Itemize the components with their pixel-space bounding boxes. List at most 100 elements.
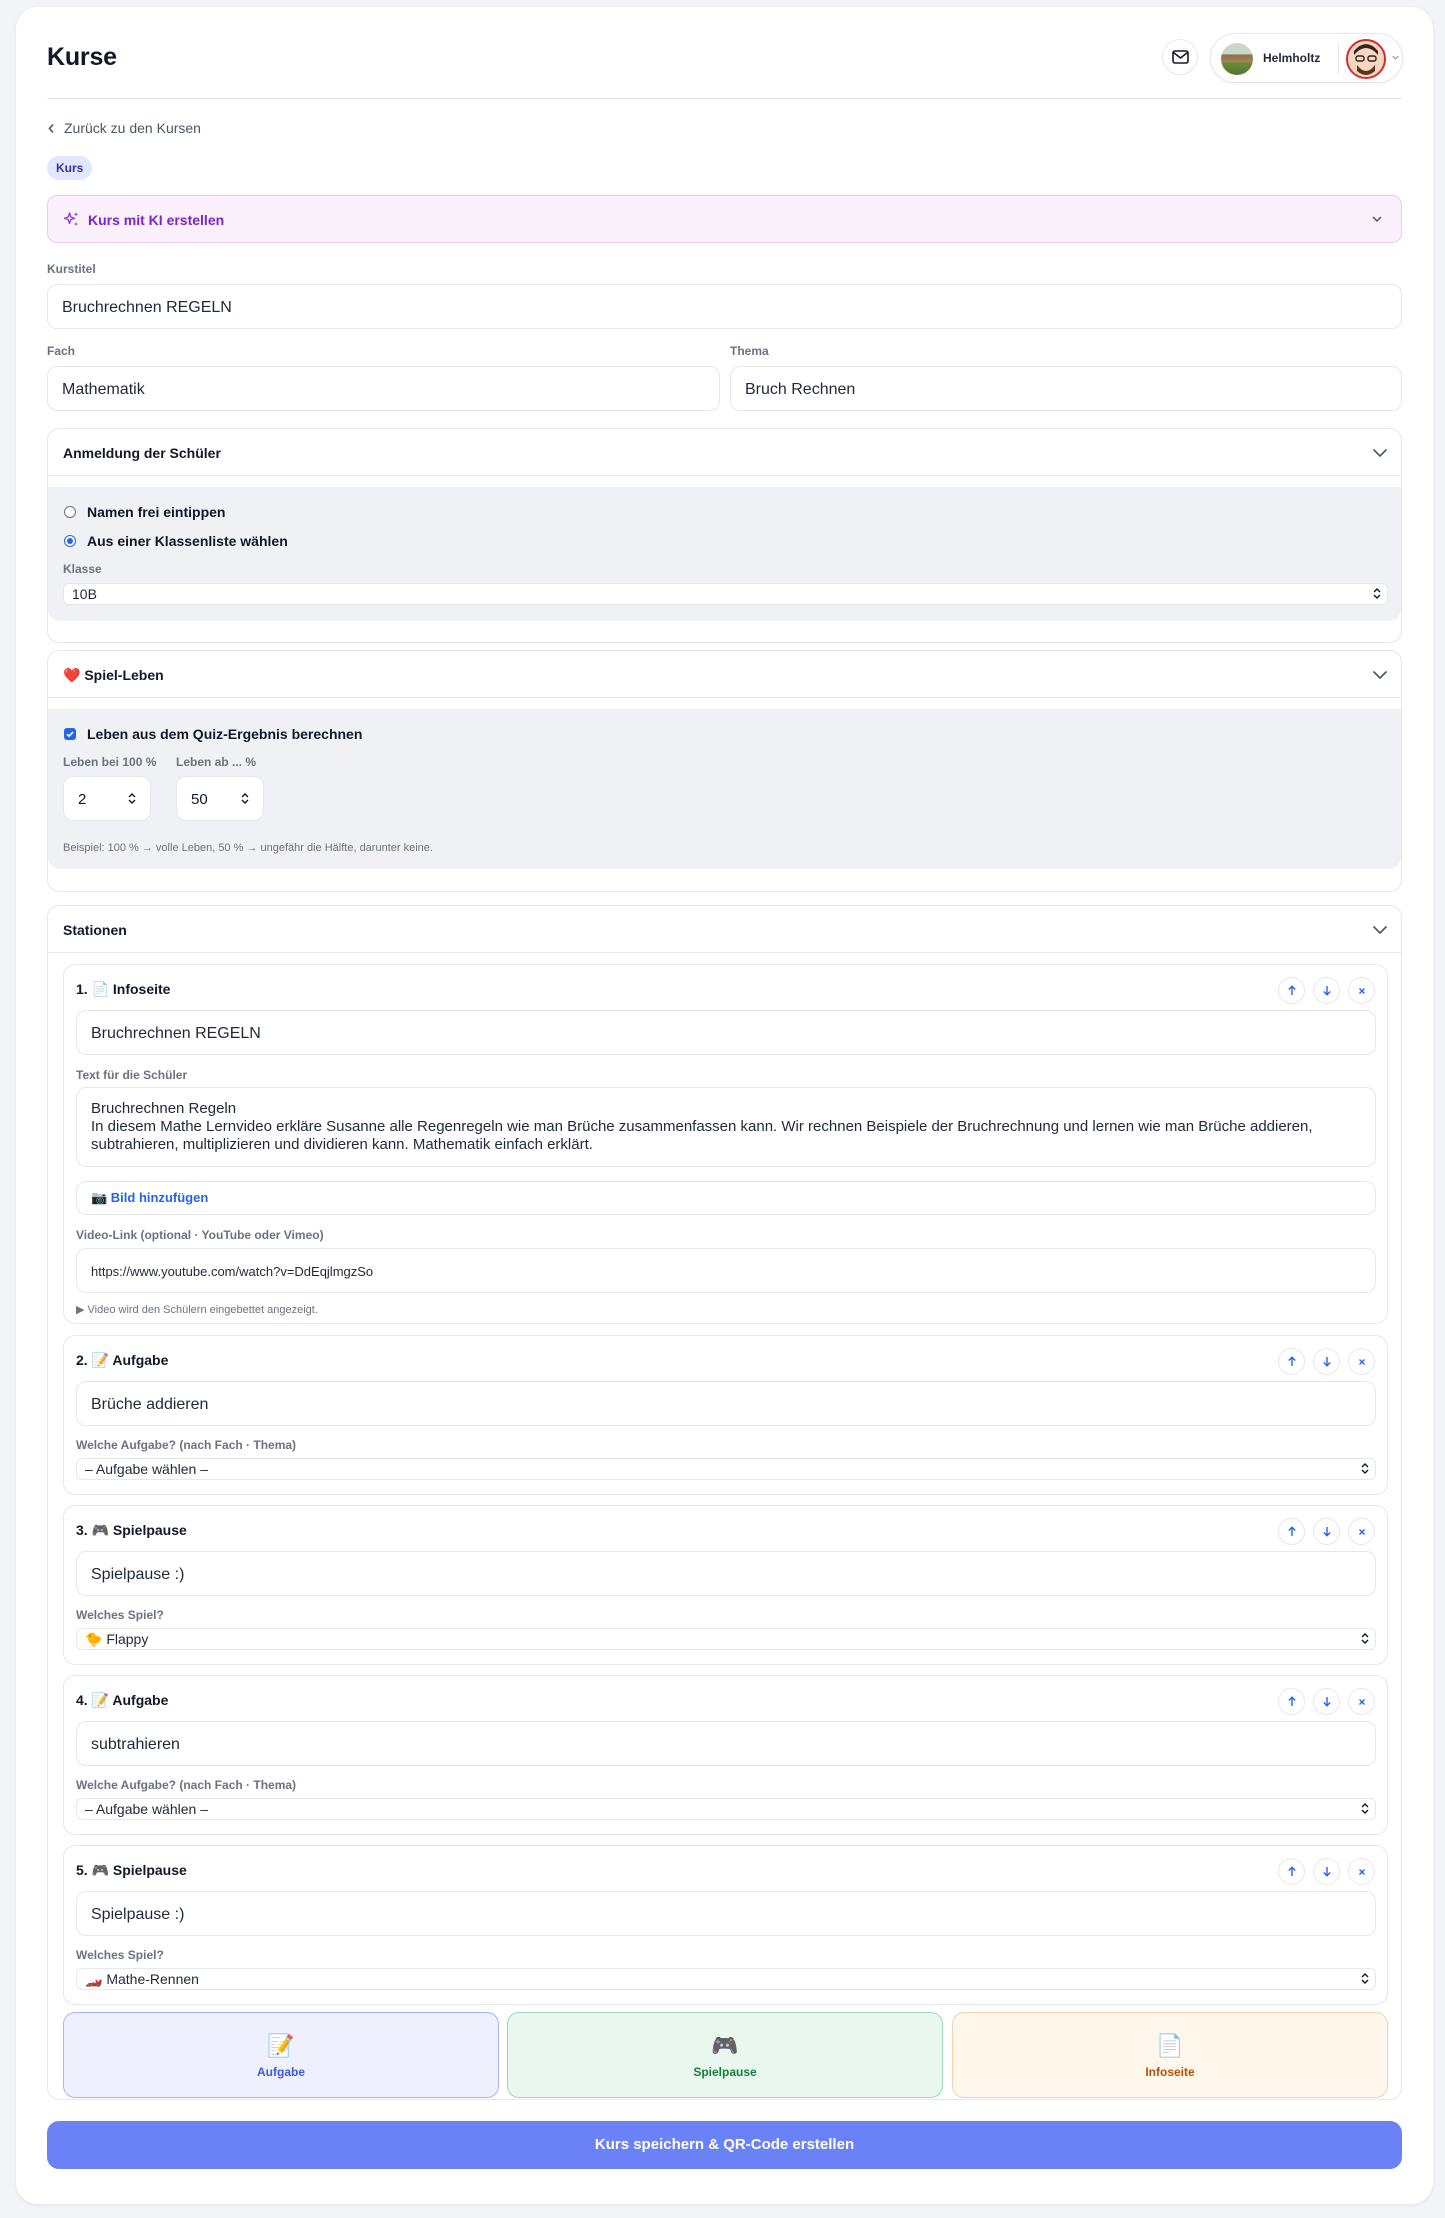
game-select-value: 🏎️ Mathe-Rennen xyxy=(85,1971,199,1987)
lives-at-100-value: 2 xyxy=(78,791,87,808)
mail-button[interactable] xyxy=(1162,39,1198,75)
add-task-button[interactable]: 📝 Aufgabe xyxy=(63,2012,499,2098)
chevron-down-icon xyxy=(1372,670,1388,680)
user-menu[interactable]: Helmholtz xyxy=(1210,33,1403,83)
stepper-arrows-icon[interactable] xyxy=(128,792,136,805)
avatar xyxy=(1346,39,1386,79)
station-card: 1. 📄 Infoseite Bruchrechnen REGELN Text … xyxy=(63,964,1388,1324)
remove-button[interactable] xyxy=(1348,1688,1375,1715)
station-controls xyxy=(1278,1858,1375,1885)
login-section-body: Namen frei eintippen Aus einer Klassenli… xyxy=(48,487,1401,621)
remove-button[interactable] xyxy=(1348,1518,1375,1545)
login-section-header[interactable]: Anmeldung der Schüler xyxy=(48,429,1401,476)
move-down-button[interactable] xyxy=(1313,1858,1340,1885)
arrow-up-icon xyxy=(1287,985,1296,995)
move-down-button[interactable] xyxy=(1313,1518,1340,1545)
station-title-input[interactable]: Brüche addieren xyxy=(76,1381,1376,1426)
station-title-input[interactable]: subtrahieren xyxy=(76,1721,1376,1766)
back-link[interactable]: Zurück zu den Kursen xyxy=(47,120,201,136)
lives-at-100-input[interactable]: 2 xyxy=(63,776,151,821)
move-down-button[interactable] xyxy=(1313,1688,1340,1715)
task-select[interactable]: – Aufgabe wählen – xyxy=(76,1458,1376,1480)
station-controls xyxy=(1278,977,1375,1004)
lives-section-header[interactable]: ❤️ Spiel-Leben xyxy=(48,651,1401,698)
move-up-button[interactable] xyxy=(1278,1348,1305,1375)
video-label: Video-Link (optional · YouTube oder Vime… xyxy=(76,1228,324,1242)
class-select[interactable]: 10B xyxy=(63,583,1388,605)
text-line: Bruchrechnen Regeln xyxy=(91,1100,237,1117)
add-game-break-button[interactable]: 🎮 Spielpause xyxy=(507,2012,943,2098)
station-title: 1. 📄 Infoseite xyxy=(76,981,171,997)
select-arrows-icon xyxy=(1361,1803,1369,1814)
stepper-arrows-icon[interactable] xyxy=(241,792,249,805)
subject-label: Fach xyxy=(47,344,76,358)
lives-from-input[interactable]: 50 xyxy=(176,776,264,821)
memo-icon: 📝 xyxy=(267,2033,295,2058)
text-area[interactable]: Bruchrechnen Regeln In diesem Mathe Lern… xyxy=(76,1087,1376,1167)
back-link-label: Zurück zu den Kursen xyxy=(64,120,201,136)
select-arrows-icon xyxy=(1361,1463,1369,1474)
arrow-up-icon xyxy=(1287,1356,1296,1366)
radio-free-names[interactable] xyxy=(64,506,76,518)
lives-from-quiz-label: Leben aus dem Quiz-Ergebnis berechnen xyxy=(87,726,363,742)
topic-label: Thema xyxy=(730,344,769,358)
add-task-label: Aufgabe xyxy=(257,2065,305,2079)
select-label: Welches Spiel? xyxy=(76,1948,164,1962)
select-arrows-icon xyxy=(1361,1973,1369,1984)
add-info-page-label: Infoseite xyxy=(1145,2065,1195,2079)
chevron-down-icon xyxy=(1372,216,1382,223)
chevron-left-icon xyxy=(48,123,54,133)
select-label: Welche Aufgabe? (nach Fach · Thema) xyxy=(76,1778,297,1792)
save-course-button[interactable]: Kurs speichern & QR-Code erstellen xyxy=(47,2121,1402,2169)
arrow-down-icon xyxy=(1322,986,1331,996)
move-down-button[interactable] xyxy=(1313,977,1340,1004)
subject-input[interactable]: Mathematik xyxy=(47,366,720,411)
close-icon xyxy=(1358,1528,1365,1535)
game-select[interactable]: 🏎️ Mathe-Rennen xyxy=(76,1968,1376,1990)
topic-input[interactable]: Bruch Rechnen xyxy=(730,366,1402,411)
arrow-down-icon xyxy=(1322,1697,1331,1707)
remove-button[interactable] xyxy=(1348,1348,1375,1375)
close-icon xyxy=(1358,1698,1365,1705)
ai-create-panel[interactable]: Kurs mit KI erstellen xyxy=(47,195,1402,243)
lives-at-100-label: Leben bei 100 % xyxy=(63,755,157,769)
add-info-page-button[interactable]: 📄 Infoseite xyxy=(952,2012,1388,2098)
option-class-list-label: Aus einer Klassenliste wählen xyxy=(87,533,288,549)
chevron-down-icon xyxy=(1372,925,1388,935)
select-arrows-icon xyxy=(1361,1633,1369,1644)
heart-icon: ❤️ xyxy=(63,667,81,683)
page-header: Kurse Helmholtz xyxy=(47,7,1403,99)
lives-from-quiz-checkbox[interactable] xyxy=(64,728,76,740)
arrow-down-icon xyxy=(1322,1867,1331,1877)
arrow-down-icon xyxy=(1322,1527,1331,1537)
mail-icon xyxy=(1171,50,1189,64)
close-icon xyxy=(1358,1358,1365,1365)
station-title-input[interactable]: Spielpause :) xyxy=(76,1551,1376,1596)
video-url-input[interactable]: https://www.youtube.com/watch?v=DdEqjlmg… xyxy=(76,1248,1376,1293)
document-icon: 📄 xyxy=(1156,2033,1184,2058)
stations-section-header[interactable]: Stationen xyxy=(48,906,1401,953)
move-up-button[interactable] xyxy=(1278,977,1305,1004)
move-up-button[interactable] xyxy=(1278,1858,1305,1885)
game-select[interactable]: 🐤 Flappy xyxy=(76,1628,1376,1650)
move-down-button[interactable] xyxy=(1313,1348,1340,1375)
station-title-input[interactable]: Bruchrechnen REGELN xyxy=(76,1010,1376,1055)
station-title-input[interactable]: Spielpause :) xyxy=(76,1891,1376,1936)
lives-section-body: Leben aus dem Quiz-Ergebnis berechnen Le… xyxy=(48,709,1401,869)
task-select[interactable]: – Aufgabe wählen – xyxy=(76,1798,1376,1820)
move-up-button[interactable] xyxy=(1278,1688,1305,1715)
radio-class-list[interactable] xyxy=(64,535,76,547)
station-title: 5. 🎮 Spielpause xyxy=(76,1862,187,1878)
remove-button[interactable] xyxy=(1348,1858,1375,1885)
ai-create-label: Kurs mit KI erstellen xyxy=(88,212,225,228)
remove-button[interactable] xyxy=(1348,977,1375,1004)
lives-section: ❤️ Spiel-Leben Leben aus dem Quiz-Ergebn… xyxy=(47,650,1402,892)
lives-section-title: ❤️ Spiel-Leben xyxy=(63,667,164,684)
add-image-button[interactable]: 📷 Bild hinzufügen xyxy=(76,1181,1376,1215)
lives-from-value: 50 xyxy=(191,791,208,808)
close-icon xyxy=(1358,1868,1365,1875)
stations-section: Stationen 1. 📄 Infoseite Bruchrechnen RE… xyxy=(47,905,1402,2100)
course-title-input[interactable]: Bruchrechnen REGELN xyxy=(47,284,1402,329)
move-up-button[interactable] xyxy=(1278,1518,1305,1545)
arrow-up-icon xyxy=(1287,1696,1296,1706)
